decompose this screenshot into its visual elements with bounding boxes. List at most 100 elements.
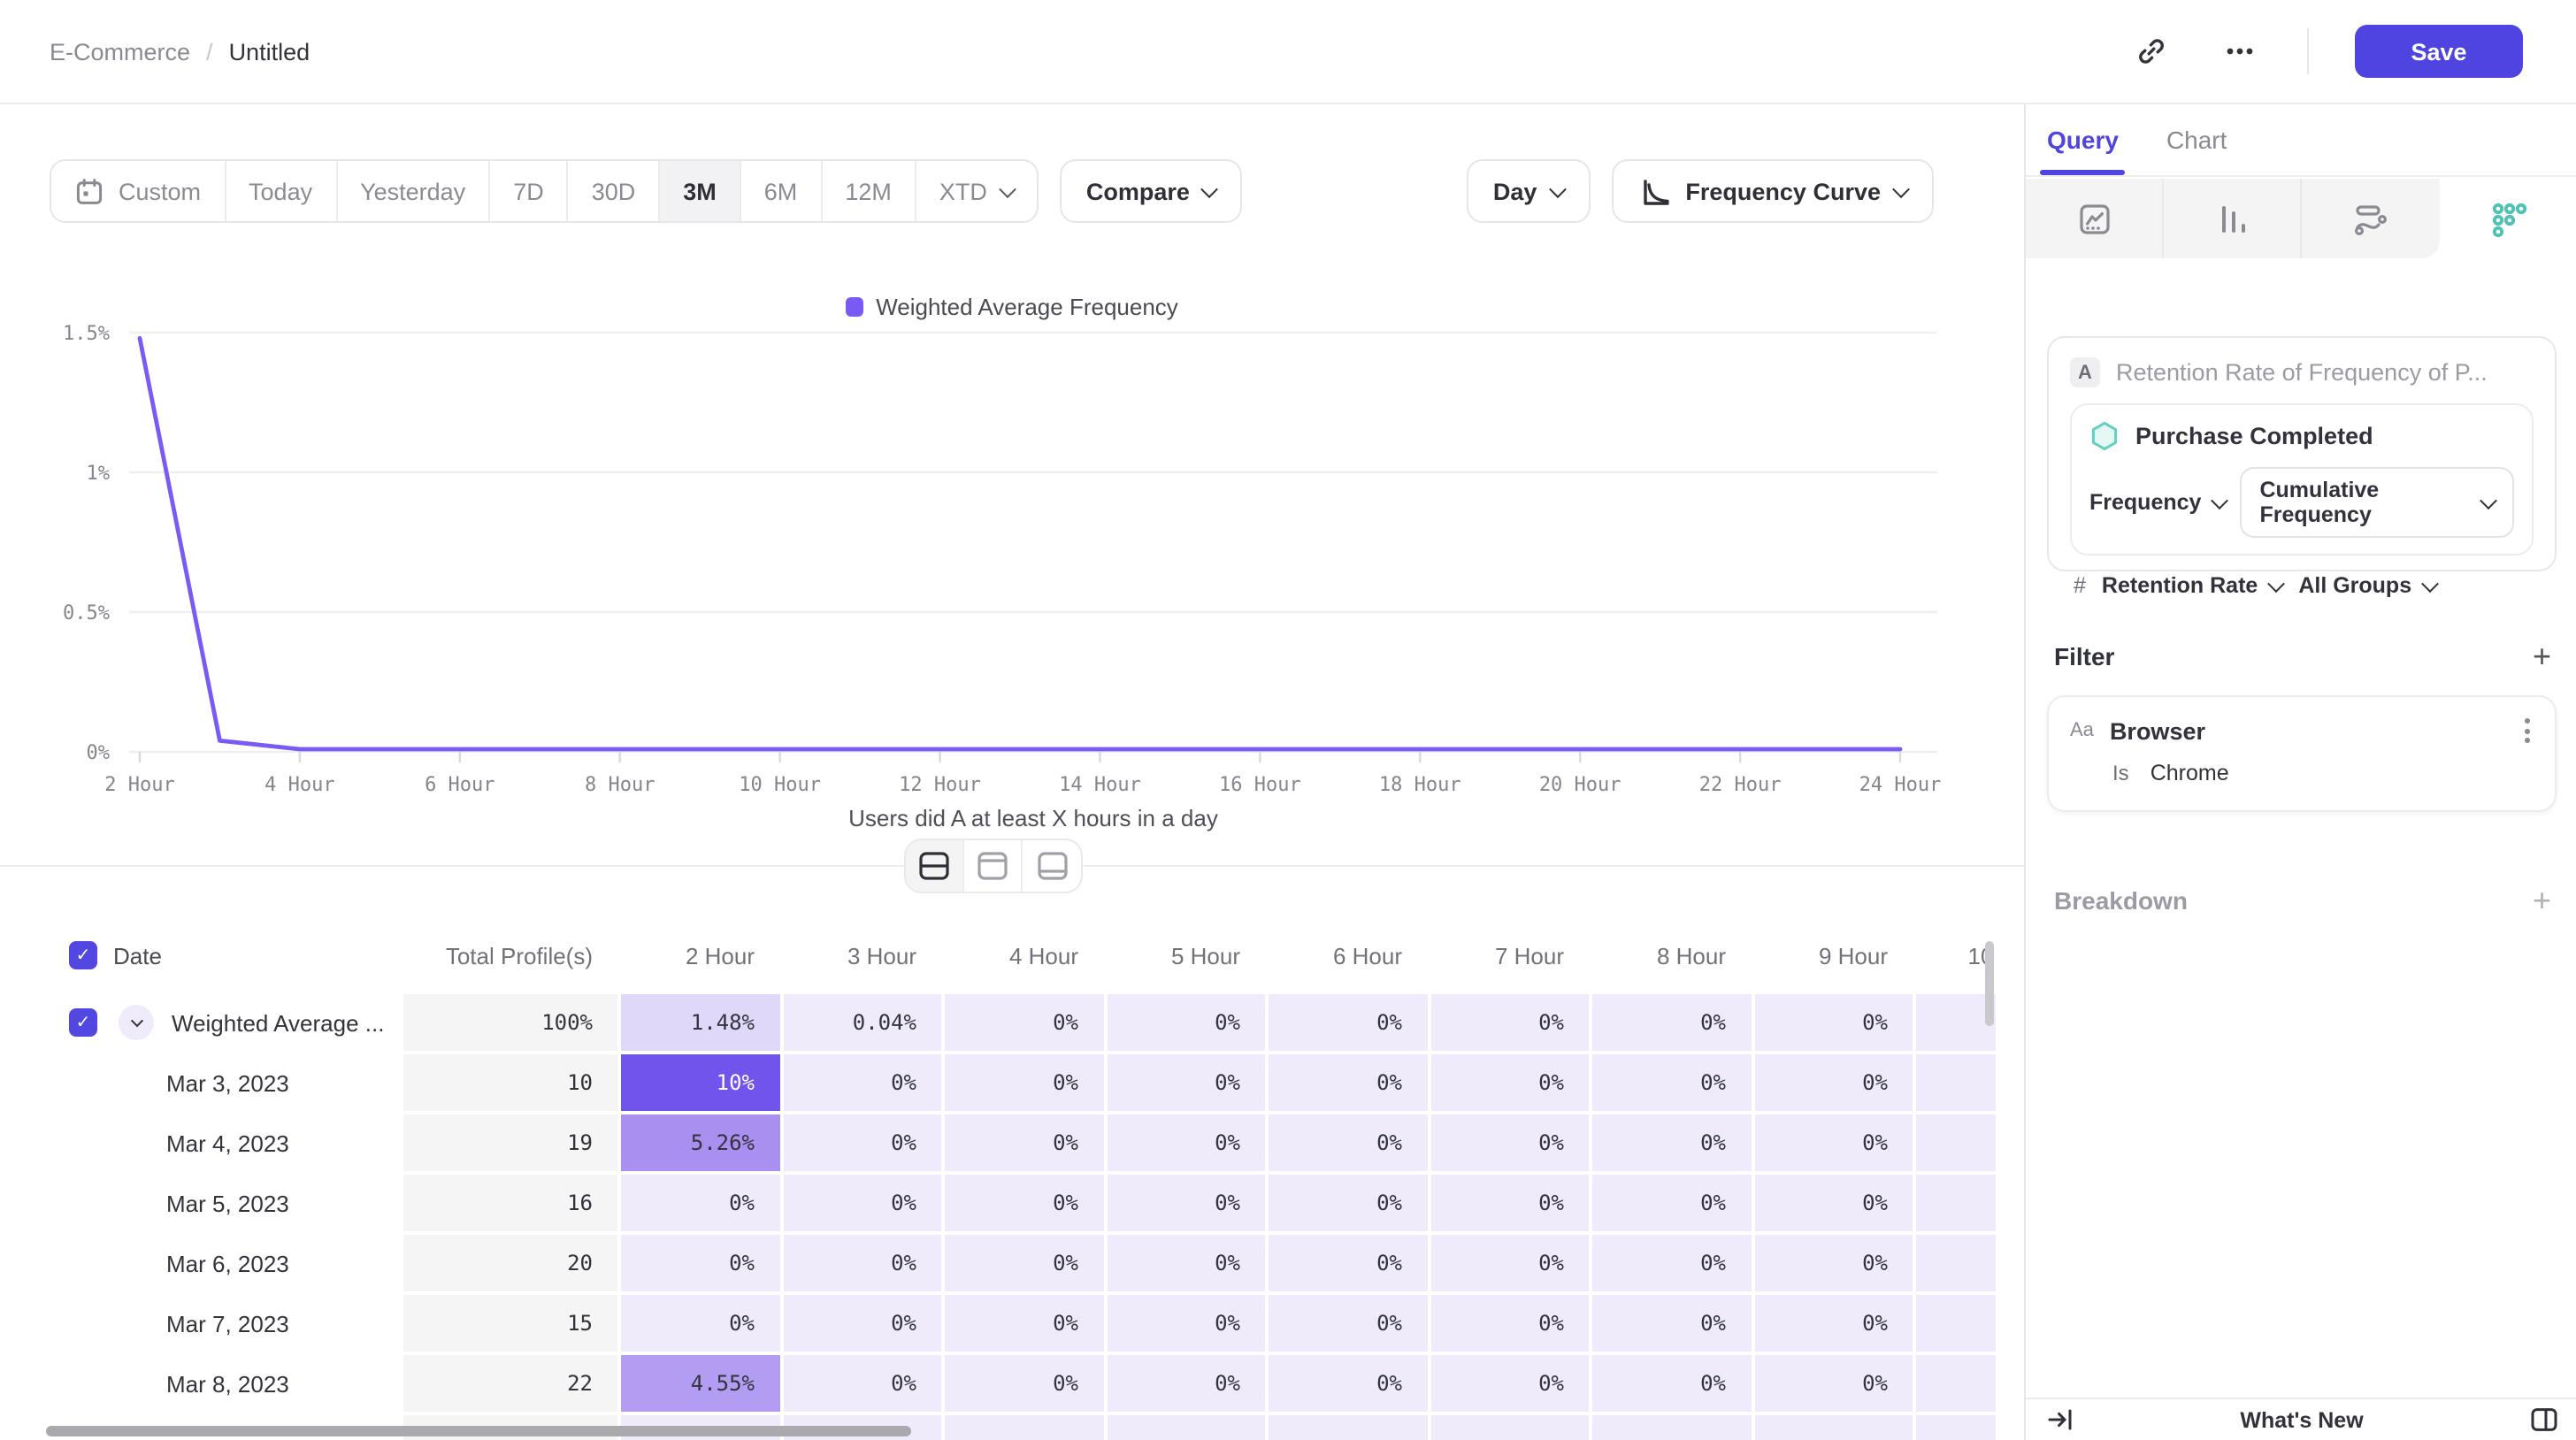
calendar-icon bbox=[74, 176, 104, 206]
more-options-button[interactable] bbox=[2219, 30, 2261, 73]
row-checkbox[interactable]: ✓ bbox=[69, 1008, 97, 1037]
value-cell: 0% bbox=[1107, 1114, 1269, 1175]
tab-flow-chart[interactable] bbox=[2302, 179, 2440, 258]
vertical-scrollbar[interactable] bbox=[1985, 941, 1994, 1026]
value-cell bbox=[1592, 1415, 1754, 1440]
svg-text:14 Hour: 14 Hour bbox=[1059, 774, 1141, 796]
filter-value[interactable]: Chrome bbox=[2150, 761, 2229, 785]
tab-line-chart[interactable] bbox=[2026, 179, 2164, 258]
value-cell bbox=[1916, 1355, 1996, 1415]
range-3m[interactable]: 3M bbox=[660, 161, 741, 221]
chevron-down-icon bbox=[2480, 491, 2497, 509]
line-chart-icon bbox=[2076, 201, 2112, 236]
chevron-down-icon bbox=[130, 1014, 142, 1026]
horizontal-scrollbar[interactable] bbox=[46, 1426, 911, 1436]
breadcrumb-section[interactable]: E-Commerce bbox=[50, 38, 190, 65]
value-cell: 0% bbox=[1754, 1114, 1916, 1175]
collapse-sidebar-button[interactable] bbox=[2043, 1404, 2075, 1436]
value-cell: 0% bbox=[1269, 1054, 1430, 1114]
svg-text:2 Hour: 2 Hour bbox=[104, 774, 174, 796]
total-cell: 100% bbox=[403, 994, 621, 1054]
groups-dropdown[interactable]: All Groups bbox=[2298, 573, 2436, 598]
flow-chart-icon bbox=[2353, 201, 2388, 236]
value-cell: 0% bbox=[1592, 1355, 1754, 1415]
value-cell bbox=[1916, 1295, 1996, 1355]
range-custom[interactable]: Custom bbox=[51, 161, 226, 221]
value-cell: 0% bbox=[1269, 1295, 1430, 1355]
value-cell: 0% bbox=[783, 1054, 945, 1114]
filter-property[interactable]: Browser bbox=[2110, 717, 2205, 744]
table-row: Mar 5, 2023160%0%0%0%0%0%0%0% bbox=[50, 1175, 1996, 1235]
value-cell bbox=[1916, 1175, 1996, 1235]
header-hour: 6 Hour bbox=[1269, 942, 1430, 972]
chevron-down-icon bbox=[999, 180, 1016, 197]
range-12m[interactable]: 12M bbox=[822, 161, 916, 221]
chart-view-button[interactable] bbox=[964, 840, 1023, 892]
value-cell: 0% bbox=[621, 1175, 783, 1235]
tab-frequency[interactable] bbox=[2440, 179, 2576, 258]
add-filter-button[interactable]: + bbox=[2533, 640, 2551, 672]
range-xtd[interactable]: XTD bbox=[916, 161, 1037, 221]
value-cell: 0% bbox=[1592, 1235, 1754, 1295]
value-cell: 0% bbox=[1430, 1235, 1592, 1295]
tab-query[interactable]: Query bbox=[2047, 104, 2119, 175]
panel-layout-button[interactable] bbox=[2528, 1404, 2560, 1436]
frequency-dots-icon bbox=[2490, 201, 2527, 236]
value-cell: 0% bbox=[945, 994, 1107, 1054]
frequency-type-dropdown[interactable]: Cumulative Frequency bbox=[2240, 467, 2514, 538]
range-30d[interactable]: 30D bbox=[569, 161, 661, 221]
compare-button[interactable]: Compare bbox=[1060, 159, 1243, 223]
value-cell: 0% bbox=[1269, 994, 1430, 1054]
range-yesterday[interactable]: Yesterday bbox=[337, 161, 490, 221]
panel-icon bbox=[2530, 1406, 2558, 1433]
svg-text:18 Hour: 18 Hour bbox=[1379, 774, 1461, 796]
tab-chart[interactable]: Chart bbox=[2166, 104, 2227, 175]
sidebar-tabs: Query Chart bbox=[2026, 104, 2576, 177]
copy-link-button[interactable] bbox=[2130, 30, 2173, 73]
svg-text:24 Hour: 24 Hour bbox=[1859, 774, 1942, 796]
granularity-button[interactable]: Day bbox=[1467, 159, 1591, 223]
value-cell bbox=[1107, 1415, 1269, 1440]
event-selector[interactable]: Purchase Completed bbox=[2089, 421, 2514, 451]
filter-menu-button[interactable] bbox=[2521, 715, 2534, 747]
series-title[interactable]: Retention Rate of Frequency of P... bbox=[2116, 359, 2488, 386]
add-breakdown-button[interactable]: + bbox=[2533, 885, 2551, 916]
report-title[interactable]: Untitled bbox=[229, 38, 310, 65]
frequency-dropdown[interactable]: Frequency bbox=[2089, 490, 2226, 515]
range-today[interactable]: Today bbox=[226, 161, 337, 221]
chevron-down-icon bbox=[1892, 180, 1910, 197]
top-bar: E-Commerce / Untitled Save bbox=[0, 0, 2576, 104]
value-cell: 0% bbox=[1592, 1114, 1754, 1175]
value-cell: 0% bbox=[945, 1295, 1107, 1355]
split-view-icon bbox=[918, 851, 950, 881]
chart-type-button[interactable]: Frequency Curve bbox=[1611, 159, 1934, 223]
value-cell bbox=[1269, 1415, 1430, 1440]
date-cell: ✓Weighted Average ... bbox=[50, 994, 403, 1054]
table-view-button[interactable] bbox=[1023, 840, 1081, 892]
value-cell: 0% bbox=[1107, 1295, 1269, 1355]
value-cell: 5.26% bbox=[621, 1114, 783, 1175]
link-icon bbox=[2135, 35, 2167, 67]
right-sidebar: Query Chart bbox=[2024, 104, 2576, 1440]
results-table: ✓ Date Total Profile(s) 2 Hour 3 Hour 4 … bbox=[0, 920, 1996, 1440]
date-cell: Mar 3, 2023 bbox=[50, 1054, 403, 1114]
value-cell bbox=[1916, 1415, 1996, 1440]
total-cell: 19 bbox=[403, 1114, 621, 1175]
select-all-checkbox[interactable]: ✓ bbox=[69, 941, 97, 969]
filter-card[interactable]: Aa Browser Is Chrome bbox=[2047, 695, 2557, 812]
value-cell: 0% bbox=[621, 1235, 783, 1295]
table-header-row: ✓ Date Total Profile(s) 2 Hour 3 Hour 4 … bbox=[50, 920, 1996, 994]
table-row: Mar 3, 20231010%0%0%0%0%0%0%0% bbox=[50, 1054, 1996, 1114]
whats-new-link[interactable]: What's New bbox=[2026, 1407, 2576, 1432]
row-expand-button[interactable] bbox=[119, 1005, 154, 1040]
filter-operator[interactable]: Is bbox=[2112, 761, 2129, 785]
table-row: Mar 8, 2023224.55%0%0%0%0%0%0%0% bbox=[50, 1355, 1996, 1415]
tab-bar-chart[interactable] bbox=[2164, 179, 2302, 258]
range-6m[interactable]: 6M bbox=[741, 161, 823, 221]
metric-dropdown[interactable]: Retention Rate bbox=[2102, 573, 2282, 598]
value-cell: 0% bbox=[1592, 1054, 1754, 1114]
save-button[interactable]: Save bbox=[2355, 25, 2523, 78]
range-7d[interactable]: 7D bbox=[490, 161, 569, 221]
layout-toggle-group bbox=[904, 839, 1083, 893]
split-view-button[interactable] bbox=[906, 840, 964, 892]
